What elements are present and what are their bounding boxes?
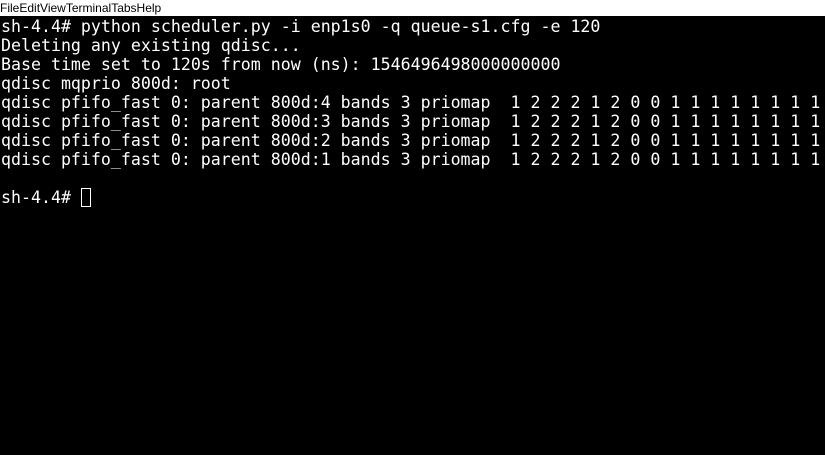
prompt-line[interactable]: sh-4.4# <box>1 188 825 207</box>
terminal-line: qdisc pfifo_fast 0: parent 800d:1 bands … <box>1 150 821 169</box>
menu-bar: File Edit View Terminal Tabs Help <box>0 0 825 16</box>
terminal-line: qdisc mqprio 800d: root <box>1 74 231 93</box>
terminal-line: qdisc pfifo_fast 0: parent 800d:4 bands … <box>1 93 821 112</box>
text-cursor <box>80 188 91 207</box>
menu-help[interactable]: Help <box>137 0 162 16</box>
terminal-line: sh-4.4# python scheduler.py -i enp1s0 -q… <box>1 17 601 36</box>
menu-terminal[interactable]: Terminal <box>66 0 111 16</box>
menu-edit[interactable]: Edit <box>19 0 40 16</box>
menu-file[interactable]: File <box>0 0 19 16</box>
menu-view[interactable]: View <box>40 0 66 16</box>
menu-tabs[interactable]: Tabs <box>111 0 136 16</box>
terminal-line: Deleting any existing qdisc... <box>1 36 301 55</box>
terminal-line: qdisc pfifo_fast 0: parent 800d:3 bands … <box>1 112 821 131</box>
terminal-line: Base time set to 120s from now (ns): 154… <box>1 55 561 74</box>
shell-prompt: sh-4.4# <box>1 188 81 207</box>
terminal-output[interactable]: sh-4.4# python scheduler.py -i enp1s0 -q… <box>0 16 825 455</box>
terminal-line: qdisc pfifo_fast 0: parent 800d:2 bands … <box>1 131 821 150</box>
terminal-window: File Edit View Terminal Tabs Help sh-4.4… <box>0 0 825 455</box>
